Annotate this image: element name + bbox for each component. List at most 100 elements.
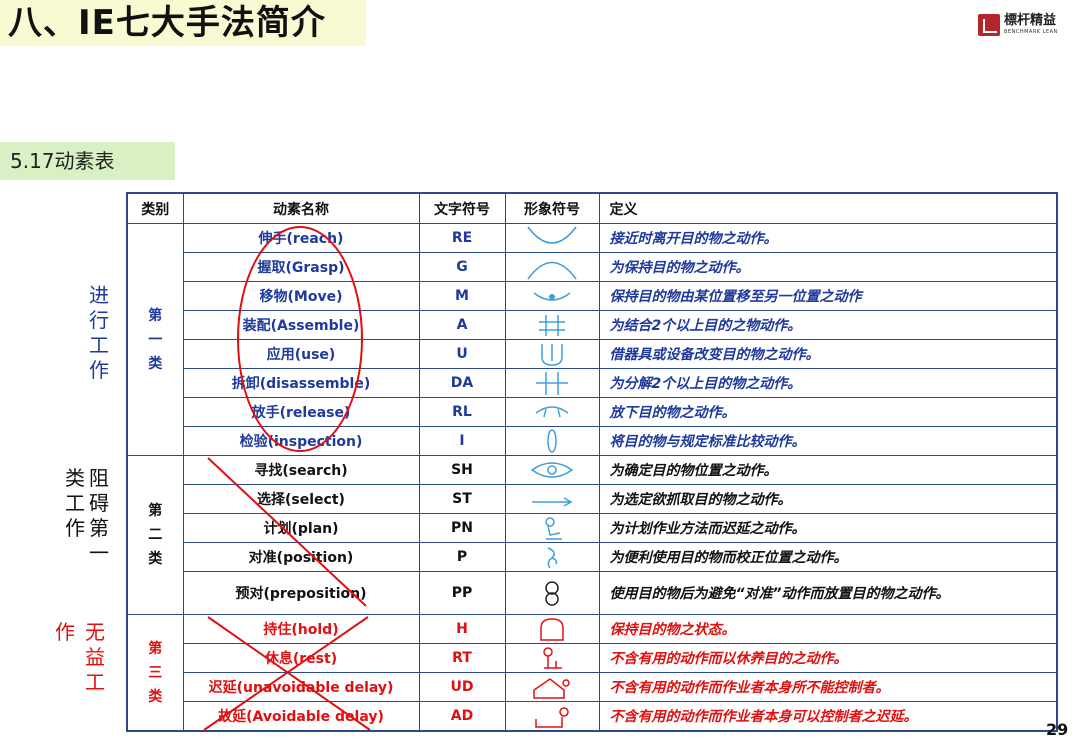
table-row: 应用(use) U 借器具或设备改变目的物之动作。 bbox=[127, 339, 1058, 369]
abbr-cell: PP bbox=[418, 571, 506, 615]
therblig-table: 类别 动素名称 文字符号 形象符号 定义 第 一 类 伸手(reach) RE … bbox=[126, 192, 1058, 732]
definition-cell: 放下目的物之动作。 bbox=[598, 397, 1058, 427]
use-symbol-icon bbox=[504, 339, 600, 369]
side-char: 类 bbox=[65, 466, 85, 490]
side-char: 作 bbox=[65, 516, 85, 540]
grasp-symbol-icon bbox=[504, 252, 600, 282]
search-symbol-icon bbox=[504, 455, 600, 485]
definition-cell: 为确定目的物位置之动作。 bbox=[598, 455, 1058, 485]
abbr-cell: P bbox=[418, 542, 506, 572]
side-char: 第 bbox=[89, 516, 109, 540]
definition-cell: 为分解2个以上目的物之动作。 bbox=[598, 368, 1058, 398]
avoidable-delay-symbol-icon bbox=[504, 701, 600, 732]
side-char: 工 bbox=[89, 333, 109, 357]
table-header-row: 类别 动素名称 文字符号 形象符号 定义 bbox=[126, 192, 1058, 224]
name-cell: 对准(position) bbox=[182, 542, 420, 572]
definition-cell: 不含有用的动作而以休养目的之动作。 bbox=[598, 643, 1058, 673]
table-row: 对准(position) P 为便利使用目的物而校正位置之动作。 bbox=[127, 542, 1058, 572]
abbr-cell: DA bbox=[418, 368, 506, 398]
table-row: 第 二 类 寻找(search) SH 为确定目的物位置之动作。 bbox=[126, 455, 1058, 615]
category-cell-2: 第 二 类 bbox=[126, 455, 184, 615]
side-char: 行 bbox=[89, 308, 109, 332]
section-label: 5.17动素表 bbox=[10, 149, 115, 173]
unavoidable-delay-symbol-icon bbox=[504, 672, 600, 702]
category-cell-1: 第 一 类 bbox=[126, 223, 184, 456]
name-cell: 拆卸(disassemble) bbox=[182, 368, 420, 398]
move-symbol-icon bbox=[504, 281, 600, 311]
name-cell: 伸手(reach) bbox=[182, 223, 420, 253]
abbr-cell: H bbox=[418, 614, 506, 644]
definition-cell: 保持目的物由某位置移至另一位置之动作 bbox=[598, 281, 1058, 311]
page-title: 八、IE七大手法简介 bbox=[8, 3, 326, 43]
header-abbr: 文字符号 bbox=[418, 192, 506, 224]
category-char: 第 bbox=[148, 640, 163, 657]
definition-cell: 为结合2个以上目的之物动作。 bbox=[598, 310, 1058, 340]
name-cell: 预对(preposition) bbox=[182, 571, 420, 615]
reach-symbol-icon bbox=[504, 223, 600, 253]
name-cell: 迟延(unavoidable delay) bbox=[182, 672, 420, 702]
category-char: 第 bbox=[148, 503, 163, 519]
name-cell: 计划(plan) bbox=[182, 513, 420, 543]
table-row: 拆卸(disassemble) DA 为分解2个以上目的物之动作。 bbox=[127, 368, 1058, 398]
abbr-cell: ST bbox=[418, 484, 506, 514]
header-symbol: 形象符号 bbox=[504, 192, 600, 224]
table-row: 放手(release) RL 放下目的物之动作。 bbox=[127, 397, 1058, 427]
abbr-cell: A bbox=[418, 310, 506, 340]
name-cell: 故延(Avoidable delay) bbox=[182, 701, 420, 732]
side-char: 无 bbox=[85, 620, 105, 644]
category-char: 类 bbox=[148, 688, 163, 705]
category-char: 二 bbox=[148, 527, 163, 543]
abbr-cell: U bbox=[418, 339, 506, 369]
side-label-useless-col-a: 无 益 工 bbox=[82, 620, 108, 695]
definition-cell: 借器具或设备改变目的物之动作。 bbox=[598, 339, 1058, 369]
table-row: 检验(inspection) I 将目的物与规定标准比较动作。 bbox=[127, 426, 1058, 456]
preposition-symbol-icon bbox=[504, 571, 600, 615]
name-cell: 持住(hold) bbox=[182, 614, 420, 644]
assemble-symbol-icon bbox=[504, 310, 600, 340]
name-cell: 装配(Assemble) bbox=[182, 310, 420, 340]
select-symbol-icon bbox=[504, 484, 600, 514]
category-cell-3: 第 三 类 bbox=[126, 614, 184, 732]
side-char: 阻 bbox=[89, 466, 109, 490]
definition-cell: 接近时离开目的物之动作。 bbox=[598, 223, 1058, 253]
table-row: 预对(preposition) PP 使用目的物后为避免“对准”动作而放置目的物… bbox=[127, 571, 1058, 615]
disassemble-symbol-icon bbox=[504, 368, 600, 398]
name-cell: 检验(inspection) bbox=[182, 426, 420, 456]
table-row: 握取(Grasp) G 为保持目的物之动作。 bbox=[127, 252, 1058, 282]
table-row: 第 三 类 持住(hold) H 保持目的物之状态。 bbox=[126, 614, 1058, 732]
table-row: 计划(plan) PN 为计划作业方法而迟延之动作。 bbox=[127, 513, 1058, 543]
definition-cell: 为计划作业方法而迟延之动作。 bbox=[598, 513, 1058, 543]
definition-cell: 不含有用的动作而作业者本身可以控制者之迟延。 bbox=[598, 701, 1058, 732]
benchmark-logo-icon bbox=[978, 14, 1000, 36]
plan-symbol-icon bbox=[504, 513, 600, 543]
abbr-cell: G bbox=[418, 252, 506, 282]
definition-cell: 使用目的物后为避免“对准”动作而放置目的物之动作。 bbox=[598, 571, 1058, 615]
header-name: 动素名称 bbox=[182, 192, 420, 224]
name-cell: 移物(Move) bbox=[182, 281, 420, 311]
definition-cell: 为保持目的物之动作。 bbox=[598, 252, 1058, 282]
side-label-productive-work: 进 行 工 作 bbox=[86, 283, 112, 383]
definition-cell: 将目的物与规定标准比较动作。 bbox=[598, 426, 1058, 456]
section-band: 5.17动素表 bbox=[0, 142, 175, 180]
definition-cell: 保持目的物之状态。 bbox=[598, 614, 1058, 644]
name-cell: 选择(select) bbox=[182, 484, 420, 514]
abbr-cell: RT bbox=[418, 643, 506, 673]
hold-symbol-icon bbox=[504, 614, 600, 644]
category-char: 三 bbox=[148, 664, 163, 681]
category-char: 类 bbox=[148, 355, 163, 372]
name-cell: 应用(use) bbox=[182, 339, 420, 369]
definition-cell: 不含有用的动作而作业者本身所不能控制者。 bbox=[598, 672, 1058, 702]
abbr-cell: I bbox=[418, 426, 506, 456]
side-char: 作 bbox=[89, 358, 109, 382]
name-cell: 寻找(search) bbox=[182, 455, 420, 485]
abbr-cell: RE bbox=[418, 223, 506, 253]
abbr-cell: SH bbox=[418, 455, 506, 485]
page-number: 29 bbox=[1046, 720, 1069, 739]
table-row: 迟延(unavoidable delay) UD 不含有用的动作而作业者本身所不… bbox=[127, 672, 1058, 702]
table-row: 移物(Move) M 保持目的物由某位置移至另一位置之动作 bbox=[127, 281, 1058, 311]
category-char: 一 bbox=[148, 331, 163, 348]
side-label-useless-col-b: 作 bbox=[52, 620, 78, 645]
table-row: 第 一 类 伸手(reach) RE 接近时离开目的物之动作。 bbox=[126, 223, 1058, 456]
table-row: 故延(Avoidable delay) AD 不含有用的动作而作业者本身可以控制… bbox=[127, 701, 1058, 732]
side-label-hindering-col-b: 类 工 作 bbox=[62, 466, 88, 541]
